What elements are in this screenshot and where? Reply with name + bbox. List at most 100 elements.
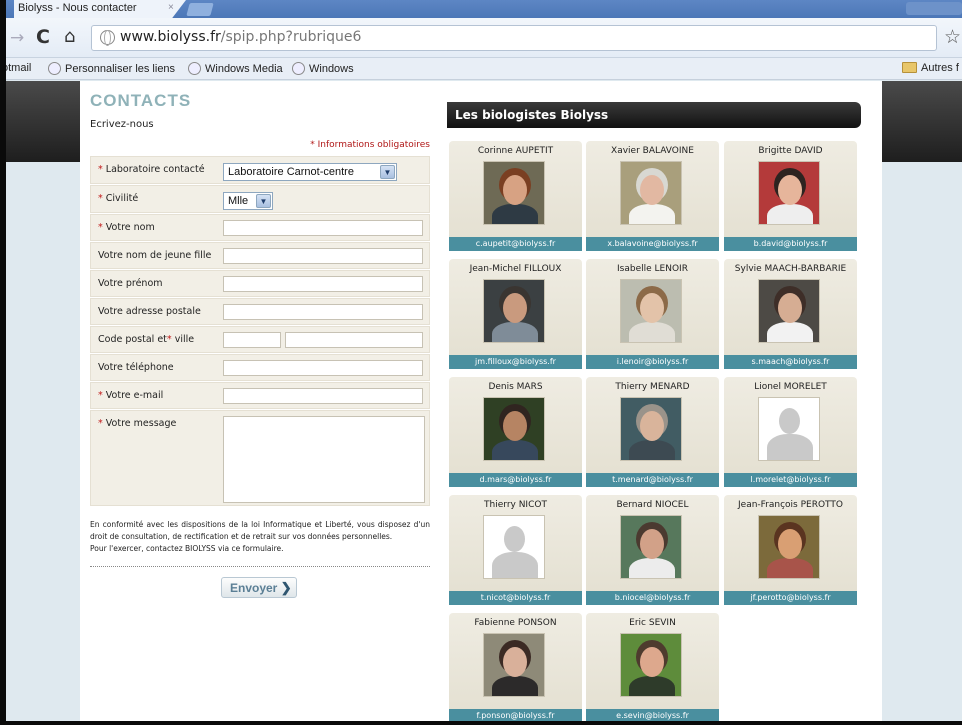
legal-notice: En conformité avec les dispositions de l… [90, 519, 430, 555]
biologist-card: Thierry MENARD t.menard@biolyss.fr [586, 377, 719, 487]
reload-icon[interactable]: C [36, 26, 50, 48]
biologist-photo [620, 515, 682, 579]
civility-select[interactable]: Mlle ▼ [223, 192, 273, 210]
lab-select[interactable]: Laboratoire Carnot-centre ▼ [223, 163, 397, 181]
photo-face [503, 175, 527, 205]
biologist-name: Denis MARS [488, 382, 543, 392]
biologist-card: Eric SEVIN e.sevin@biolyss.fr [586, 613, 719, 723]
biologist-name: Brigitte DAVID [758, 146, 823, 156]
biologist-email-link[interactable]: jm.filloux@biolyss.fr [449, 355, 582, 369]
field-label: * Civilité [98, 193, 139, 204]
photo-face [640, 293, 664, 323]
photo-body [629, 204, 675, 224]
biologist-name: Thierry MENARD [615, 382, 690, 392]
photo-face [778, 529, 802, 559]
bookmark-label: Personnaliser les liens [65, 63, 176, 75]
globe-icon [48, 62, 61, 75]
biologist-email-link[interactable]: jf.perotto@biolyss.fr [724, 591, 857, 605]
city-input[interactable] [285, 332, 423, 348]
photo-body [767, 558, 813, 578]
bookmark-star-icon[interactable]: ☆ [944, 26, 961, 48]
send-label: Envoyer [230, 581, 278, 595]
biologist-email-link[interactable]: l.morelet@biolyss.fr [724, 473, 857, 487]
email-input[interactable] [223, 388, 423, 404]
biologist-card: Xavier BALAVOINE x.balavoine@biolyss.fr [586, 141, 719, 251]
field-label: * Votre e-mail [98, 390, 164, 401]
form-row-postal: Code postal et* ville [90, 326, 430, 353]
biologist-photo [483, 161, 545, 225]
form-row-email: * Votre e-mail [90, 382, 430, 409]
photo-body [767, 204, 813, 224]
tab-title: Biolyss - Nous contacter [18, 2, 137, 14]
legal-text: En conformité avec les dispositions de l… [90, 520, 430, 541]
photo-face [640, 175, 664, 205]
bookmark-item[interactable]: Windows [292, 62, 354, 75]
address-input[interactable] [223, 304, 423, 320]
biologist-photo [758, 161, 820, 225]
biologist-card: Jean-François PEROTTO jf.perotto@biolyss.… [724, 495, 857, 605]
field-label: Votre téléphone [98, 362, 174, 373]
folder-icon [902, 62, 917, 73]
biologist-photo [483, 515, 545, 579]
send-button[interactable]: Envoyer ❯ [221, 577, 297, 598]
tab-close-icon[interactable]: × [168, 2, 174, 13]
address-bar[interactable]: www.biolyss.fr/spip.php?rubrique6 [91, 25, 937, 51]
biologist-email-link[interactable]: b.david@biolyss.fr [724, 237, 857, 251]
biologist-email-link[interactable]: c.aupetit@biolyss.fr [449, 237, 582, 251]
biologist-name: Isabelle LENOIR [617, 264, 688, 274]
back-icon[interactable]: → [10, 28, 24, 48]
maiden-name-input[interactable] [223, 248, 423, 264]
name-input[interactable] [223, 220, 423, 236]
biologist-email-link[interactable]: t.menard@biolyss.fr [586, 473, 719, 487]
biologist-photo [483, 279, 545, 343]
field-label: Votre adresse postale [98, 306, 201, 317]
biologist-email-link[interactable]: d.mars@biolyss.fr [449, 473, 582, 487]
photo-body [629, 676, 675, 696]
person-silhouette-icon [779, 408, 800, 434]
required-note: * Informations obligatoires [310, 140, 430, 150]
url-path: /spip.php?rubrique6 [220, 29, 362, 45]
bookmark-label: Windows [309, 63, 354, 75]
window-border [0, 0, 6, 725]
biologist-email-link[interactable]: i.lenoir@biolyss.fr [586, 355, 719, 369]
bookmark-item[interactable]: otmail [2, 62, 31, 74]
window-controls[interactable] [906, 2, 962, 15]
firstname-input[interactable] [223, 276, 423, 292]
biologist-photo [758, 279, 820, 343]
biologist-email-link[interactable]: s.maach@biolyss.fr [724, 355, 857, 369]
biologist-card: Thierry NICOT t.nicot@biolyss.fr [449, 495, 582, 605]
screenshot: Biolyss - Nous contacter × → C ⌂ www.bio… [0, 0, 962, 725]
photo-face [778, 175, 802, 205]
biologist-email-link[interactable]: x.balavoine@biolyss.fr [586, 237, 719, 251]
bookmark-item[interactable]: Windows Media [188, 62, 283, 75]
field-label: * Votre nom [98, 222, 155, 233]
form-row-civility: * Civilité Mlle ▼ [90, 185, 430, 213]
divider [90, 566, 430, 567]
biologist-name: Jean-Michel FILLOUX [469, 264, 562, 274]
browser-tab[interactable]: Biolyss - Nous contacter × [14, 0, 186, 18]
biologist-name: Lionel MORELET [754, 382, 827, 392]
message-textarea[interactable] [223, 416, 425, 503]
bookmarks-bar: otmail Personnaliser les liens Windows M… [2, 58, 962, 80]
biologist-name: Jean-François PEROTTO [738, 500, 843, 510]
page-content: CONTACTS Ecrivez-nous * Informations obl… [80, 81, 882, 723]
photo-body [492, 204, 538, 224]
url-text[interactable]: www.biolyss.fr/spip.php?rubrique6 [120, 29, 361, 45]
phone-input[interactable] [223, 360, 423, 376]
field-label: * Votre message [98, 418, 177, 429]
biologist-card: Bernard NIOCEL b.niocel@biolyss.fr [586, 495, 719, 605]
photo-body [492, 322, 538, 342]
biologist-email-link[interactable]: t.nicot@biolyss.fr [449, 591, 582, 605]
biologist-card: Isabelle LENOIR i.lenoir@biolyss.fr [586, 259, 719, 369]
postal-code-input[interactable] [223, 332, 281, 348]
new-tab-button[interactable] [186, 3, 214, 16]
home-icon[interactable]: ⌂ [64, 26, 75, 47]
page-viewport: CONTACTS Ecrivez-nous * Informations obl… [6, 81, 962, 723]
biologist-name: Thierry NICOT [484, 500, 547, 510]
bookmark-item[interactable]: Personnaliser les liens [48, 62, 175, 75]
biologist-email-link[interactable]: b.niocel@biolyss.fr [586, 591, 719, 605]
biologist-card: Sylvie MAACH-BARBARIE s.maach@biolyss.fr [724, 259, 857, 369]
field-label: Code postal et* ville [98, 334, 195, 345]
other-bookmarks[interactable]: Autres f [902, 62, 959, 74]
biologist-card: Fabienne PONSON f.ponson@biolyss.fr [449, 613, 582, 723]
